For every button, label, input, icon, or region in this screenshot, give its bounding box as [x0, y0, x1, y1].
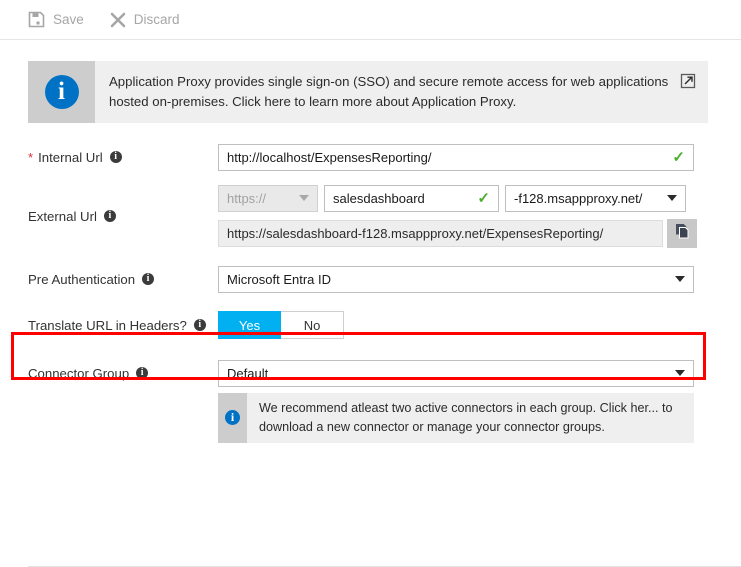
translate-url-label-text: Translate URL in Headers?: [28, 318, 187, 333]
connector-group-label-text: Connector Group: [28, 366, 129, 381]
info-icon: i: [45, 75, 79, 109]
row-connector-group: Connector Group i Default: [0, 357, 741, 389]
valid-check-icon-host: ✓: [477, 191, 490, 206]
info-icon-internal-url[interactable]: i: [110, 151, 122, 163]
pre-authentication-select[interactable]: Microsoft Entra ID: [218, 266, 694, 293]
connector-group-note: i We recommend atleast two active connec…: [218, 393, 694, 443]
discard-label: Discard: [134, 12, 180, 27]
info-banner-text: Application Proxy provides single sign-o…: [95, 61, 708, 123]
translate-url-no-button[interactable]: No: [281, 311, 344, 339]
external-url-label-text: External Url: [28, 209, 97, 224]
save-icon: [28, 11, 45, 28]
external-url-label: External Url i: [28, 209, 218, 224]
settings-form: * Internal Url i http://localhost/Expens…: [0, 141, 741, 443]
external-url-protocol-select: https://: [218, 185, 318, 212]
info-icon-connector-group[interactable]: i: [136, 367, 148, 379]
row-pre-authentication: Pre Authentication i Microsoft Entra ID: [0, 263, 741, 295]
chevron-down-icon-pre-authentication: [675, 276, 685, 282]
external-url-full-readonly: https://salesdashboard-f128.msappproxy.n…: [218, 220, 663, 247]
chevron-down-icon-protocol: [299, 195, 309, 201]
connector-note-text: We recommend atleast two active connecto…: [247, 393, 694, 443]
info-banner-band: i: [28, 61, 95, 123]
save-label: Save: [53, 12, 84, 27]
translate-url-toggle: Yes No: [218, 311, 344, 339]
internal-url-label-text: Internal Url: [38, 150, 103, 165]
translate-url-label: Translate URL in Headers? i: [28, 318, 218, 333]
info-banner: i Application Proxy provides single sign…: [28, 61, 708, 123]
external-url-host-value: salesdashboard: [333, 191, 471, 206]
connector-group-label: Connector Group i: [28, 366, 218, 381]
pre-authentication-label-text: Pre Authentication: [28, 272, 135, 287]
app-proxy-settings-page: i Application Proxy provides single sign…: [0, 61, 741, 443]
discard-button[interactable]: Discard: [110, 12, 180, 28]
connector-group-value: Default: [227, 366, 667, 381]
internal-url-value: http://localhost/ExpensesReporting/: [227, 150, 666, 165]
external-link-icon[interactable]: [680, 73, 696, 89]
chevron-down-icon-domain: [667, 195, 677, 201]
translate-url-yes-button[interactable]: Yes: [218, 311, 281, 339]
connector-note-band: i: [218, 393, 247, 443]
internal-url-input[interactable]: http://localhost/ExpensesReporting/ ✓: [218, 144, 694, 171]
copy-button[interactable]: [667, 219, 697, 248]
copy-icon: [674, 223, 691, 243]
command-bar: Save Discard: [0, 0, 741, 40]
info-icon-connector-note: i: [225, 410, 240, 425]
pre-authentication-label: Pre Authentication i: [28, 272, 218, 287]
external-url-domain-value: -f128.msappproxy.net/: [514, 191, 659, 206]
valid-check-icon: ✓: [672, 150, 685, 165]
external-url-protocol-value: https://: [227, 191, 291, 206]
row-external-url: External Url i https:// salesdashboard ✓…: [0, 183, 741, 249]
info-icon-external-url[interactable]: i: [104, 210, 116, 222]
internal-url-label: * Internal Url i: [28, 150, 218, 165]
info-icon-pre-authentication[interactable]: i: [142, 273, 154, 285]
row-internal-url: * Internal Url i http://localhost/Expens…: [0, 141, 741, 173]
pre-authentication-value: Microsoft Entra ID: [227, 272, 667, 287]
external-url-full-value: https://salesdashboard-f128.msappproxy.n…: [227, 226, 654, 241]
row-translate-url-headers: Translate URL in Headers? i Yes No: [0, 309, 741, 341]
external-url-host-input[interactable]: salesdashboard ✓: [324, 185, 499, 212]
info-icon-translate-url[interactable]: i: [194, 319, 206, 331]
connector-group-select[interactable]: Default: [218, 360, 694, 387]
close-icon: [110, 12, 126, 28]
external-url-domain-select[interactable]: -f128.msappproxy.net/: [505, 185, 686, 212]
required-asterisk: *: [28, 150, 33, 165]
save-button[interactable]: Save: [28, 11, 84, 28]
chevron-down-icon-connector-group: [675, 370, 685, 376]
